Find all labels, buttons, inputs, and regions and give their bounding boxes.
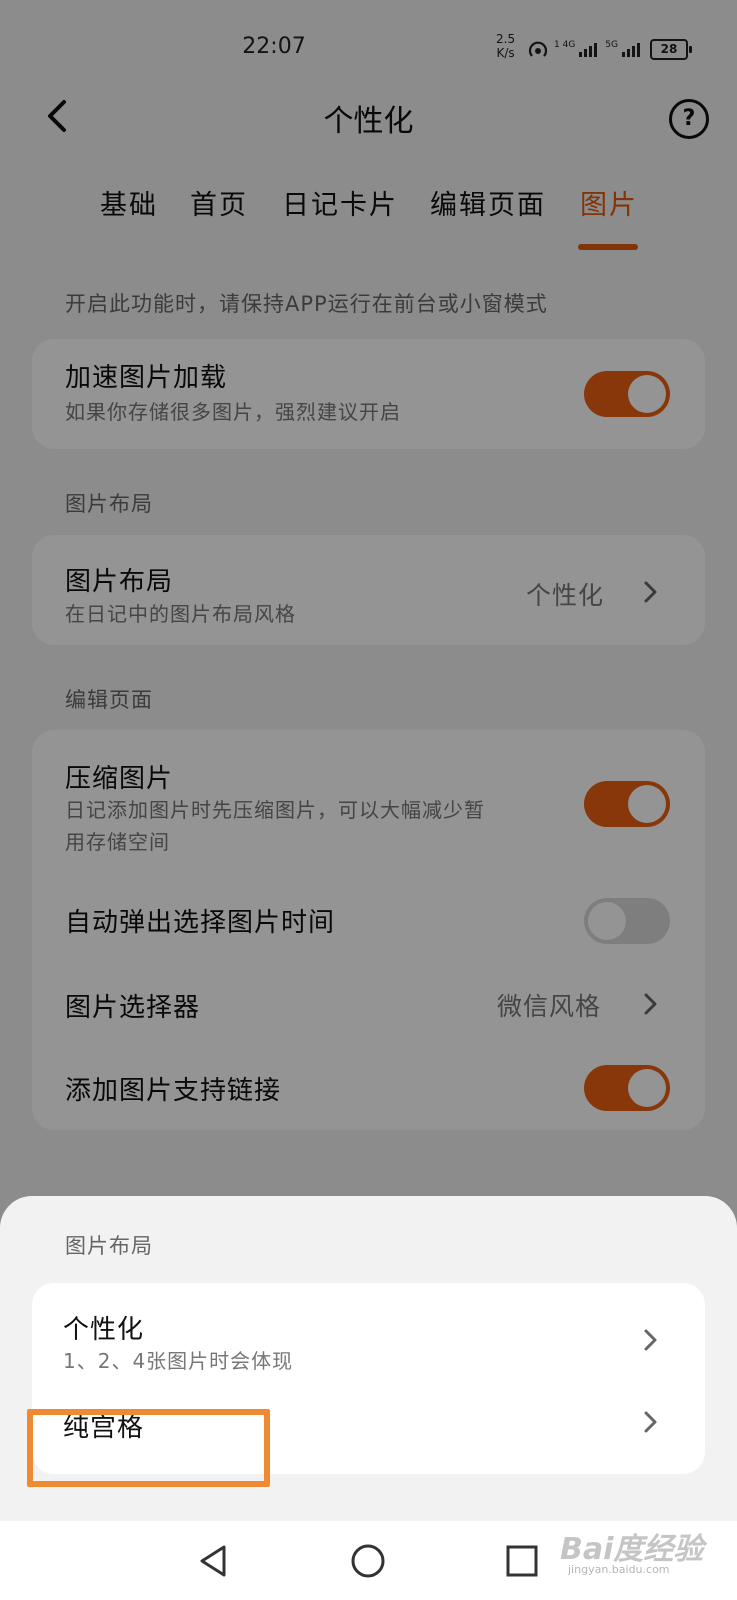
chevron-right-icon — [644, 1411, 657, 1433]
option-personalized-title: 个性化 — [63, 1315, 145, 1345]
nav-home-icon[interactable] — [346, 1539, 390, 1583]
baidu-watermark: Bai度经验 — [560, 1532, 704, 1567]
annotation-highlight-box — [27, 1409, 270, 1487]
sheet-title: 图片布局 — [65, 1234, 153, 1258]
chevron-right-icon — [644, 1329, 657, 1351]
watermark-url: jingyan.baidu.com — [568, 1563, 670, 1576]
nav-recents-icon[interactable] — [500, 1539, 544, 1583]
option-personalized-subtitle: 1、2、4张图片时会体现 — [63, 1349, 294, 1373]
nav-back-icon[interactable] — [192, 1539, 236, 1583]
